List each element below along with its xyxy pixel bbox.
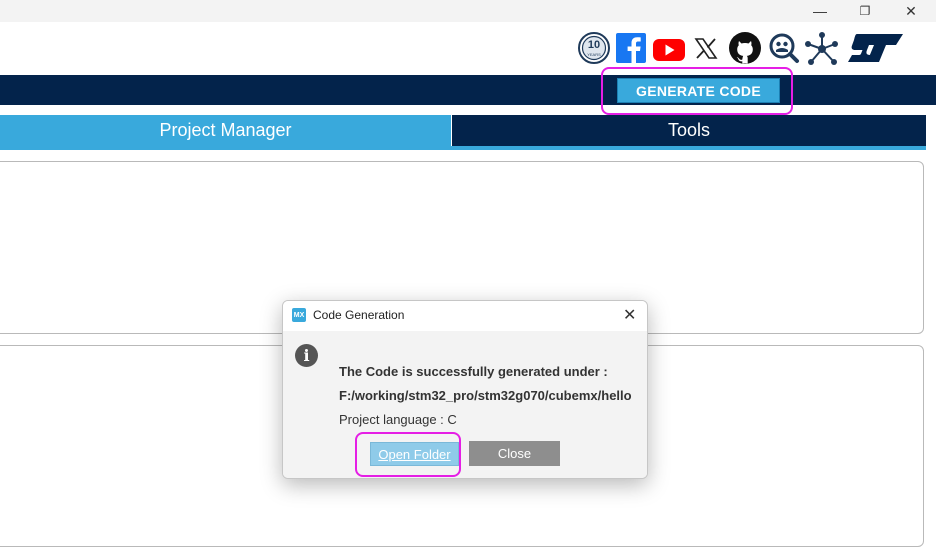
generated-path: F:/working/stm32_pro/stm32g070/cubemx/he… xyxy=(339,388,632,403)
community-search-icon[interactable] xyxy=(768,30,800,66)
dialog-header: MX Code Generation ✕ xyxy=(283,301,647,331)
window-close-button[interactable]: ✕ xyxy=(888,0,934,22)
tab-tools[interactable]: Tools xyxy=(452,115,926,146)
window-title-bar: — ❐ ✕ xyxy=(0,0,936,22)
tab-underline xyxy=(0,146,926,150)
generate-code-highlight xyxy=(601,67,793,115)
anniversary-10-years-icon[interactable]: 10 YEARS xyxy=(577,30,611,66)
facebook-icon[interactable] xyxy=(615,30,647,66)
code-generation-dialog: MX Code Generation ✕ i The Code is succe… xyxy=(282,300,648,479)
info-icon: i xyxy=(295,344,318,367)
mx-logo-icon: MX xyxy=(292,308,306,322)
open-folder-highlight xyxy=(355,432,461,477)
minimize-button[interactable]: — xyxy=(797,0,843,22)
main-toolbar xyxy=(0,75,936,105)
dialog-body: i The Code is successfully generated und… xyxy=(283,331,647,478)
github-icon[interactable] xyxy=(727,30,763,66)
anniversary-years: YEARS xyxy=(587,52,601,57)
dialog-title: Code Generation xyxy=(313,308,405,322)
anniversary-number: 10 xyxy=(587,39,601,51)
network-icon[interactable] xyxy=(804,30,840,66)
close-button[interactable]: Close xyxy=(469,441,560,466)
x-icon[interactable] xyxy=(693,30,719,66)
st-logo-icon[interactable] xyxy=(845,30,905,66)
restore-button[interactable]: ❐ xyxy=(842,0,888,22)
tab-project-manager[interactable]: Project Manager xyxy=(0,115,451,146)
success-message: The Code is successfully generated under… xyxy=(339,364,608,379)
dialog-close-icon[interactable]: ✕ xyxy=(623,305,636,325)
project-language: Project language : C xyxy=(339,412,457,427)
youtube-icon[interactable] xyxy=(652,30,686,66)
